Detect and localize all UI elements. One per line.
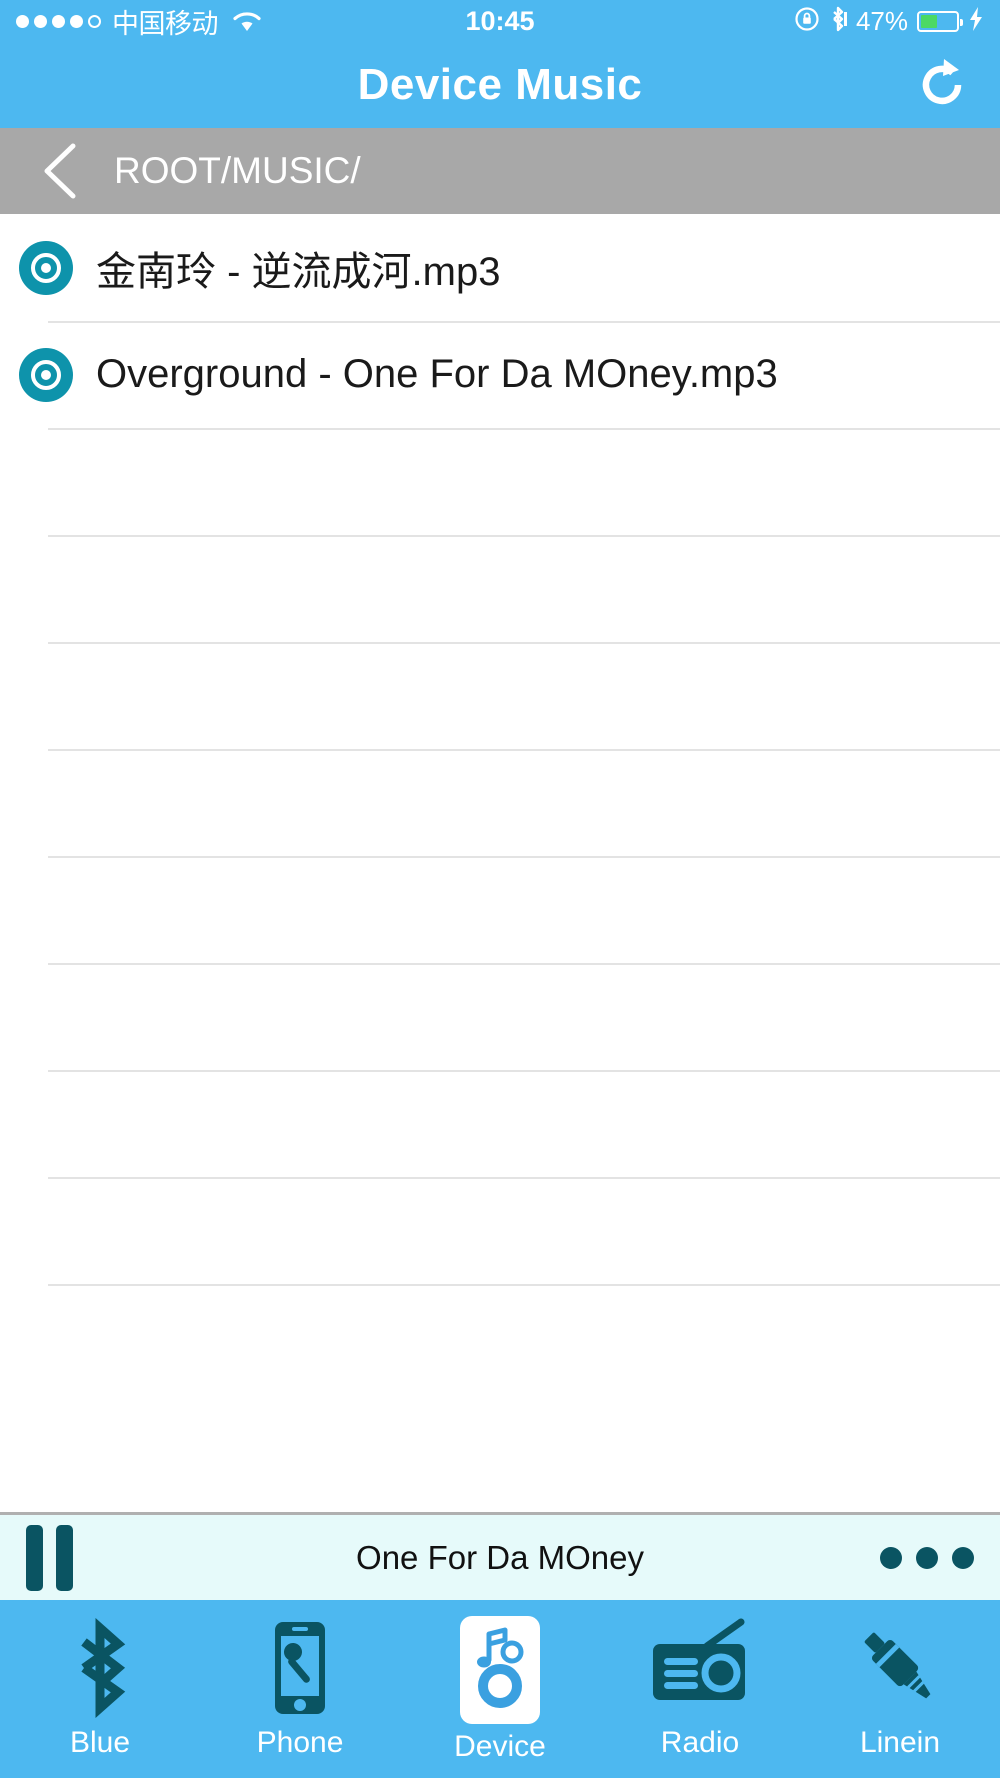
more-dot-3 xyxy=(952,1546,974,1569)
list-item-label: Overground - One For Da MOney.mp3 xyxy=(96,352,778,396)
tab-label-device: Device xyxy=(454,1730,546,1763)
pause-icon[interactable] xyxy=(26,1524,73,1591)
list-item-empty xyxy=(0,642,1000,749)
tab-label-linein: Linein xyxy=(859,1726,941,1759)
radio-icon xyxy=(645,1616,755,1720)
rotation-lock-icon xyxy=(794,6,820,37)
now-playing-title: One For Da MOney xyxy=(356,1538,644,1576)
disc-icon xyxy=(18,347,74,403)
tab-label-phone: Phone xyxy=(256,1726,344,1759)
list-item-empty xyxy=(0,1070,1000,1177)
list-item-empty xyxy=(0,749,1000,856)
tab-blue[interactable]: Blue xyxy=(0,1600,200,1778)
disc-icon xyxy=(18,240,74,296)
tab-linein[interactable]: Linein xyxy=(800,1600,1000,1778)
page-title: Device Music xyxy=(357,60,643,109)
more-dot-2 xyxy=(916,1546,938,1569)
tab-label-radio: Radio xyxy=(660,1726,740,1759)
device-music-icon xyxy=(460,1616,540,1724)
bluetooth-icon xyxy=(58,1616,142,1720)
list-item-empty xyxy=(0,1177,1000,1284)
tab-label-blue: Blue xyxy=(69,1726,131,1759)
phone-microphone-icon xyxy=(262,1616,338,1720)
lightning-bolt-icon xyxy=(968,6,984,37)
back-chevron-icon[interactable] xyxy=(30,136,90,206)
title-bar: Device Music xyxy=(0,42,1000,128)
list-item-empty xyxy=(0,428,1000,535)
tab-device[interactable]: Device xyxy=(400,1600,600,1778)
tab-phone[interactable]: Phone xyxy=(200,1600,400,1778)
pause-bar-left xyxy=(26,1524,43,1591)
refresh-icon[interactable] xyxy=(904,47,980,123)
mini-player-bar: One For Da MOney xyxy=(0,1512,1000,1600)
breadcrumb-path: ROOT/MUSIC/ xyxy=(114,150,361,191)
battery-percent-label: 47% xyxy=(855,5,908,36)
pause-bar-right xyxy=(56,1524,73,1591)
list-item-empty xyxy=(0,1284,1000,1391)
battery-fill xyxy=(921,14,937,28)
list-item[interactable]: 金南玲 - 逆流成河.mp3 xyxy=(0,214,1000,321)
tab-radio[interactable]: Radio xyxy=(600,1600,800,1778)
list-item-empty xyxy=(0,963,1000,1070)
audio-jack-icon xyxy=(850,1616,950,1720)
list-item-label: 金南玲 - 逆流成河.mp3 xyxy=(96,249,501,294)
list-item-empty xyxy=(0,856,1000,963)
app-screen: 中国移动 10:45 47% Device Music ROOT/MUSIC/ … xyxy=(0,0,1000,1778)
status-bar-right: 47% xyxy=(794,5,984,38)
battery-icon xyxy=(917,10,963,32)
bluetooth-status-icon xyxy=(829,5,848,38)
file-list[interactable]: 金南玲 - 逆流成河.mp3 Overground - One For Da M… xyxy=(0,214,1000,1512)
bottom-tab-bar: Blue Phone Device Radio Linein xyxy=(0,1600,1000,1778)
status-bar: 中国移动 10:45 47% xyxy=(0,0,1000,42)
more-dots-icon[interactable] xyxy=(880,1546,974,1569)
list-item[interactable]: Overground - One For Da MOney.mp3 xyxy=(0,321,1000,428)
more-dot-1 xyxy=(880,1546,902,1569)
list-item-empty xyxy=(0,535,1000,642)
breadcrumb: ROOT/MUSIC/ xyxy=(0,128,1000,214)
